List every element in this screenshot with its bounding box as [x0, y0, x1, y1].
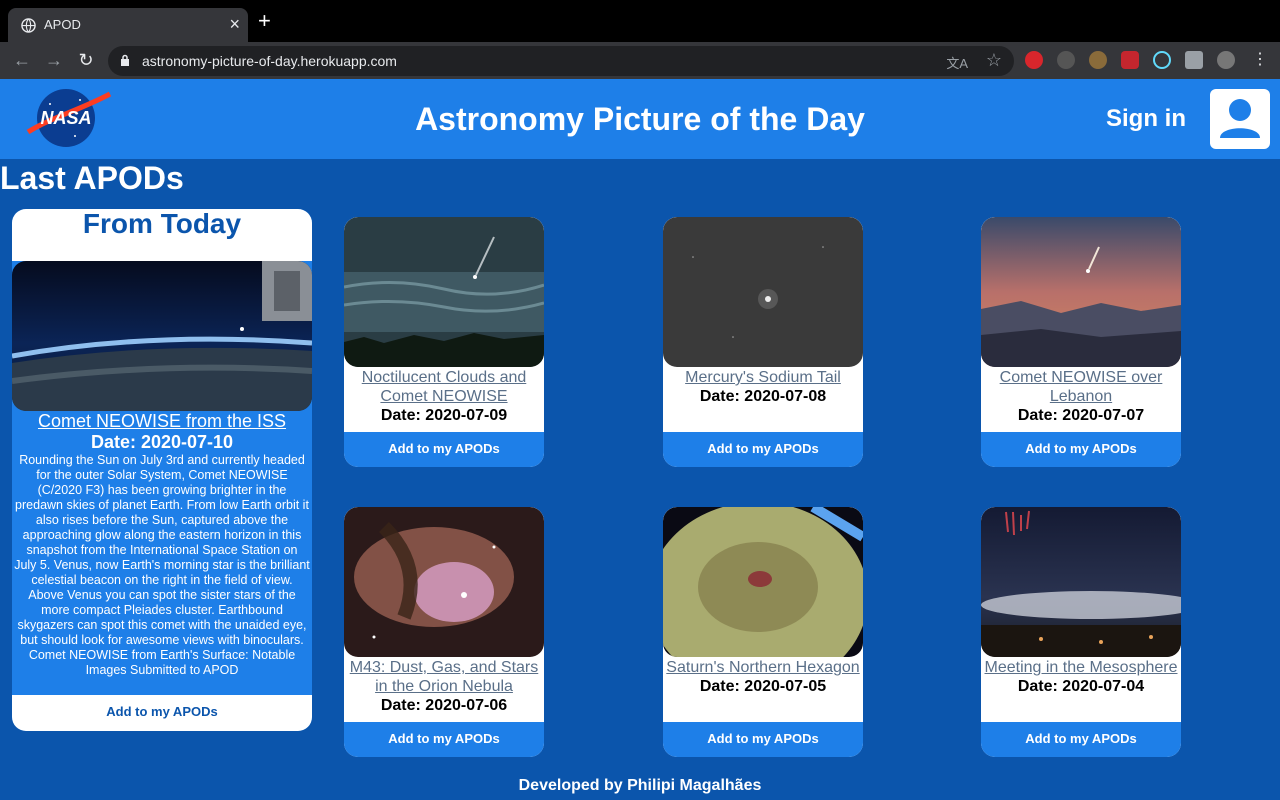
user-icon [1220, 99, 1260, 138]
card-title-link[interactable]: Meeting in the Mesosphere [981, 658, 1181, 677]
bookmark-star-icon[interactable]: ☆ [986, 50, 1002, 71]
apod-card: Comet NEOWISE over Lebanon Date: 2020-07… [981, 217, 1181, 467]
address-bar[interactable]: astronomy-picture-of-day.herokuapp.com 文… [108, 46, 1014, 76]
card-add-button[interactable]: Add to my APODs [981, 731, 1181, 746]
card-add-button[interactable]: Add to my APODs [663, 441, 863, 456]
card-add-button[interactable]: Add to my APODs [344, 441, 544, 456]
extension-shield-icon[interactable] [1025, 51, 1043, 69]
orion-nebula-image [344, 507, 544, 657]
card-photo[interactable] [344, 217, 544, 367]
saturn-hexagon-image [663, 507, 863, 657]
site-header: NASA Astronomy Picture of the Day Sign i… [0, 79, 1280, 159]
tab-title: APOD [44, 17, 81, 32]
forward-icon[interactable]: → [44, 50, 64, 70]
apod-card: Saturn's Northern Hexagon Date: 2020-07-… [663, 507, 863, 757]
card-add-button[interactable]: Add to my APODs [663, 731, 863, 746]
back-icon[interactable]: ← [12, 50, 32, 70]
extensions-puzzle-icon[interactable] [1185, 51, 1203, 69]
card-date: Date: 2020-07-06 [380, 697, 508, 714]
browser-tab-bar: APOD × + [0, 0, 1280, 42]
translate-icon[interactable]: 文A [946, 53, 968, 72]
card-title-link[interactable]: Noctilucent Clouds and Comet NEOWISE [344, 368, 544, 406]
close-tab-icon[interactable]: × [229, 15, 240, 33]
today-add-button[interactable]: Add to my APODs [12, 704, 312, 719]
user-avatar-button[interactable] [1210, 89, 1270, 149]
reload-icon[interactable]: ↻ [76, 50, 96, 70]
section-title: Last APODs [0, 160, 184, 196]
extension-adblock-icon[interactable] [1121, 51, 1139, 69]
card-photo[interactable] [663, 217, 863, 367]
url-text: astronomy-picture-of-day.herokuapp.com [142, 53, 397, 69]
card-title-link[interactable]: Mercury's Sodium Tail [663, 368, 863, 387]
lock-icon [121, 54, 129, 66]
today-title-link[interactable]: Comet NEOWISE from the ISS [12, 411, 312, 432]
noctilucent-clouds-image [344, 217, 544, 367]
card-photo[interactable] [981, 217, 1181, 367]
apod-card: Noctilucent Clouds and Comet NEOWISE Dat… [344, 217, 544, 467]
today-card-header: From Today [12, 209, 312, 261]
sign-in-link[interactable]: Sign in [1106, 105, 1186, 133]
iss-comet-image [12, 261, 312, 411]
react-devtools-icon[interactable] [1153, 51, 1171, 69]
today-card: From Today Comet NEOWISE from the ISS Da… [12, 209, 312, 731]
card-date: Date: 2020-07-09 [380, 407, 508, 424]
card-date: Date: 2020-07-04 [1017, 678, 1145, 695]
mesosphere-sprites-image [981, 507, 1181, 657]
card-photo[interactable] [981, 507, 1181, 657]
card-photo[interactable] [344, 507, 544, 657]
today-date: Date: 2020-07-10 [90, 432, 234, 452]
browser-tab[interactable]: APOD × [8, 8, 248, 42]
apod-card: Mercury's Sodium Tail Date: 2020-07-08 A… [663, 217, 863, 467]
today-heading: From Today [82, 209, 242, 239]
extension-json-icon[interactable] [1057, 51, 1075, 69]
today-description: Rounding the Sun on July 3rd and current… [14, 453, 310, 677]
apod-card: M43: Dust, Gas, and Stars in the Orion N… [344, 507, 544, 757]
card-photo[interactable] [663, 507, 863, 657]
apod-card: Meeting in the Mesosphere Date: 2020-07-… [981, 507, 1181, 757]
profile-avatar-icon[interactable] [1217, 51, 1235, 69]
card-add-button[interactable]: Add to my APODs [981, 441, 1181, 456]
extension-avatar-icon[interactable] [1089, 51, 1107, 69]
card-date: Date: 2020-07-08 [699, 388, 827, 405]
card-title-link[interactable]: M43: Dust, Gas, and Stars in the Orion N… [344, 658, 544, 696]
browser-menu-icon[interactable]: ⋮ [1252, 51, 1268, 69]
site-title: Astronomy Picture of the Day [415, 101, 865, 137]
comet-lebanon-image [981, 217, 1181, 367]
footer-credit: Developed by Philipi Magalhães [518, 777, 762, 794]
browser-toolbar: ← → ↻ astronomy-picture-of-day.herokuapp… [0, 42, 1280, 79]
card-date: Date: 2020-07-07 [1017, 407, 1145, 424]
mercury-sodium-image [663, 217, 863, 367]
card-add-button[interactable]: Add to my APODs [344, 731, 544, 746]
new-tab-icon[interactable]: + [258, 10, 271, 32]
card-date: Date: 2020-07-05 [699, 678, 827, 695]
globe-icon [21, 18, 36, 33]
today-photo[interactable] [12, 261, 312, 411]
card-title-link[interactable]: Comet NEOWISE over Lebanon [981, 368, 1181, 406]
card-title-link[interactable]: Saturn's Northern Hexagon [663, 658, 863, 677]
